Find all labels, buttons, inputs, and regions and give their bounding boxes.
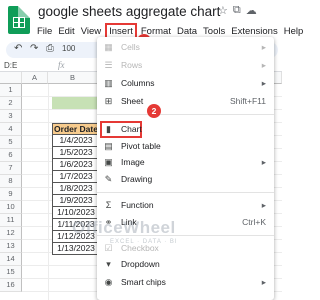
row-header[interactable]: 7 bbox=[0, 162, 22, 175]
submenu-arrow-icon: ▸ bbox=[261, 42, 266, 52]
order-date-header[interactable]: Order Date bbox=[52, 123, 100, 135]
menu-item-drawing[interactable]: ✎ Drawing bbox=[97, 172, 274, 187]
select-all-corner[interactable] bbox=[0, 72, 22, 84]
row-header[interactable]: 10 bbox=[0, 201, 22, 214]
zoom-select[interactable]: 100 bbox=[62, 44, 75, 53]
sheet-shortcut: Shift+F11 bbox=[230, 96, 266, 106]
title-cell[interactable] bbox=[52, 97, 98, 109]
star-icon[interactable]: ☆ bbox=[218, 4, 228, 17]
menu-item-label: Pivot table bbox=[121, 141, 161, 151]
date-cell[interactable]: 1/7/2023 bbox=[52, 171, 100, 183]
insert-menu: ▦ Cells ▸ ☰ Rows ▸ ▥ Columns ▸ ⊞ Sheet S… bbox=[97, 37, 274, 300]
row-header[interactable]: 4 bbox=[0, 123, 22, 136]
row-header[interactable]: 8 bbox=[0, 175, 22, 188]
smart-chips-icon: ◉ bbox=[104, 277, 113, 287]
row-header[interactable]: 16 bbox=[0, 279, 22, 292]
row-header[interactable]: 13 bbox=[0, 240, 22, 253]
folder-move-icon[interactable]: ⧉ bbox=[233, 4, 241, 17]
redo-icon[interactable]: ↷ bbox=[30, 43, 38, 54]
chart-icon: ▮ bbox=[106, 124, 111, 134]
link-shortcut: Ctrl+K bbox=[242, 217, 266, 227]
menu-item-label: Drawing bbox=[121, 174, 153, 184]
date-cell[interactable]: 1/13/2023 bbox=[52, 243, 100, 255]
menu-item-label: Image bbox=[121, 157, 145, 167]
menu-file[interactable]: File bbox=[34, 24, 55, 39]
undo-icon[interactable]: ↶ bbox=[14, 43, 22, 54]
date-cell[interactable]: 1/5/2023 bbox=[52, 147, 100, 159]
sigma-icon: Σ bbox=[105, 200, 112, 210]
row-header[interactable]: 1 bbox=[0, 84, 22, 97]
sheets-logo-icon[interactable] bbox=[8, 6, 30, 34]
row-header[interactable]: 11 bbox=[0, 214, 22, 227]
cells-icon: ▦ bbox=[104, 42, 113, 52]
menu-item-label: Sheet bbox=[121, 96, 144, 106]
column-header-b[interactable]: B bbox=[48, 72, 98, 84]
menu-item-label: Columns bbox=[121, 78, 155, 88]
name-box[interactable]: D:E bbox=[4, 61, 17, 70]
submenu-arrow-icon: ▸ bbox=[261, 200, 266, 210]
row-header[interactable]: 14 bbox=[0, 253, 22, 266]
menu-item-dropdown[interactable]: ▾ Dropdown bbox=[97, 257, 274, 272]
menu-item-smart-chips[interactable]: ◉ Smart chips ▸ bbox=[97, 275, 274, 290]
menu-item-label: Rows bbox=[121, 60, 143, 70]
menu-item-label: Smart chips bbox=[121, 277, 166, 287]
pivot-table-icon: ▤ bbox=[104, 141, 113, 151]
date-cell[interactable]: 1/4/2023 bbox=[52, 135, 100, 147]
date-cell[interactable]: 1/8/2023 bbox=[52, 183, 100, 195]
menu-item-rows: ☰ Rows ▸ bbox=[97, 58, 274, 73]
menu-help[interactable]: Help bbox=[281, 24, 307, 39]
submenu-arrow-icon: ▸ bbox=[261, 277, 266, 287]
row-header[interactable]: 6 bbox=[0, 149, 22, 162]
submenu-arrow-icon: ▸ bbox=[261, 78, 266, 88]
row-header[interactable]: 2 bbox=[0, 97, 22, 110]
menu-item-chart[interactable]: ▮ Chart bbox=[97, 122, 274, 137]
row-header[interactable]: 12 bbox=[0, 227, 22, 240]
column-header-a[interactable]: A bbox=[22, 72, 48, 84]
rows-icon: ☰ bbox=[104, 60, 113, 70]
date-cell[interactable]: 1/9/2023 bbox=[52, 195, 100, 207]
print-icon[interactable]: ⎙ bbox=[46, 43, 54, 54]
fx-icon: fx bbox=[58, 60, 65, 70]
menu-item-pivot-table[interactable]: ▤ Pivot table bbox=[97, 139, 274, 154]
menu-item-label: Cells bbox=[121, 42, 140, 52]
step-2-badge: 2 bbox=[147, 104, 161, 118]
document-title[interactable]: google sheets aggregate chart bbox=[38, 4, 220, 19]
watermark-logo: OfficeWheel bbox=[72, 218, 176, 237]
menu-edit[interactable]: Edit bbox=[55, 24, 77, 39]
row-header[interactable]: 9 bbox=[0, 188, 22, 201]
dropdown-icon: ▾ bbox=[106, 259, 111, 269]
date-cell[interactable]: 1/6/2023 bbox=[52, 159, 100, 171]
drawing-icon: ✎ bbox=[104, 174, 113, 184]
menu-item-cells: ▦ Cells ▸ bbox=[97, 40, 274, 55]
watermark-tagline: EXCEL · DATA · BI bbox=[110, 239, 178, 245]
submenu-arrow-icon: ▸ bbox=[261, 60, 266, 70]
menu-item-sheet[interactable]: ⊞ Sheet Shift+F11 bbox=[97, 94, 274, 109]
menu-item-columns[interactable]: ▥ Columns ▸ bbox=[97, 76, 274, 91]
submenu-arrow-icon: ▸ bbox=[261, 157, 266, 167]
menu-item-function[interactable]: Σ Function ▸ bbox=[97, 198, 274, 213]
menu-item-label: Dropdown bbox=[121, 259, 160, 269]
cloud-status-icon[interactable]: ☁ bbox=[246, 4, 257, 17]
sheet-icon: ⊞ bbox=[104, 96, 113, 106]
image-icon: ▣ bbox=[104, 157, 113, 167]
row-header[interactable]: 15 bbox=[0, 266, 22, 279]
menu-item-label: Chart bbox=[121, 124, 142, 134]
row-header[interactable]: 5 bbox=[0, 136, 22, 149]
menu-item-label: Function bbox=[121, 200, 154, 210]
row-header[interactable]: 3 bbox=[0, 110, 22, 123]
menu-item-image[interactable]: ▣ Image ▸ bbox=[97, 155, 274, 170]
columns-icon: ▥ bbox=[104, 78, 113, 88]
